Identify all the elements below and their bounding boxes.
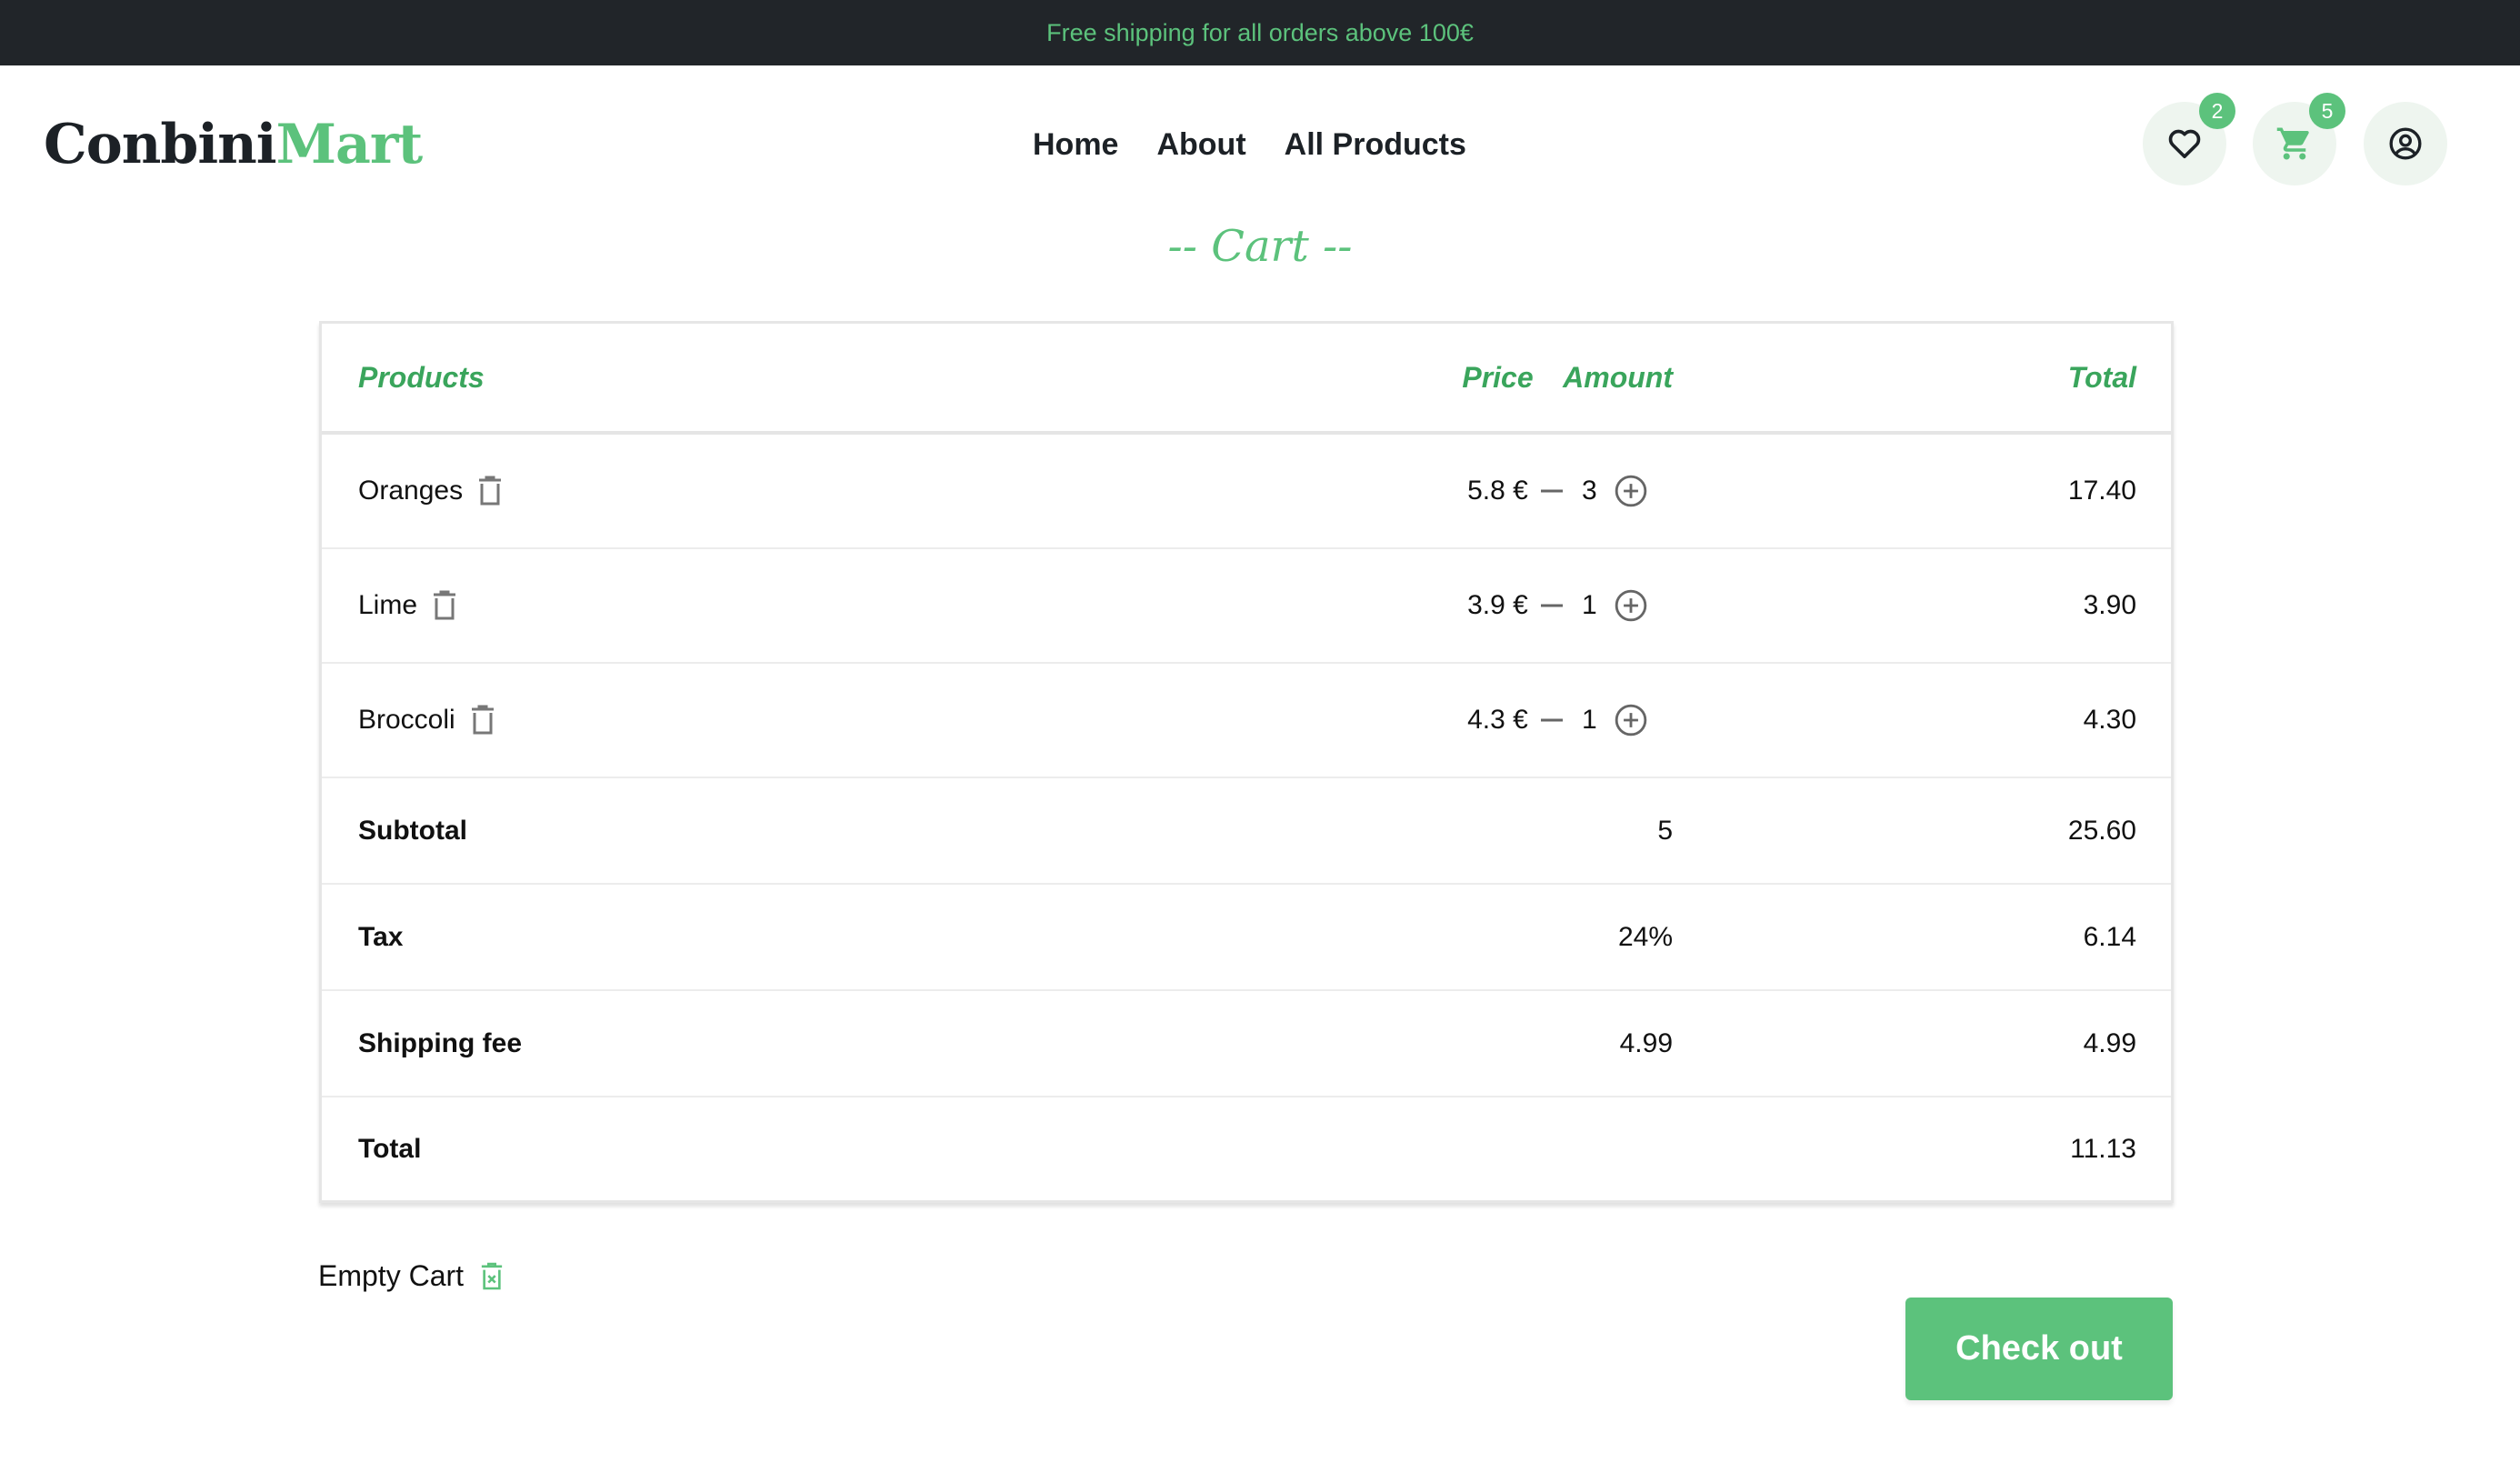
product-cell: Oranges bbox=[358, 435, 503, 547]
plus-circle-icon bbox=[1615, 704, 1646, 737]
minus-icon bbox=[1541, 489, 1563, 493]
plus-circle-icon bbox=[1615, 589, 1646, 622]
cart-icon bbox=[2276, 127, 2309, 160]
delete-item-button[interactable] bbox=[470, 705, 495, 736]
product-name: Lime bbox=[358, 590, 418, 620]
header-amount: Amount bbox=[1563, 360, 1673, 394]
wishlist-button[interactable]: 2 bbox=[2143, 93, 2235, 185]
plus-circle-icon bbox=[1615, 475, 1646, 507]
total-cell: 3.90 bbox=[2083, 590, 2136, 620]
table-row: Oranges 5.8 € 3 17.40 bbox=[322, 435, 2171, 549]
trash-x-icon bbox=[481, 1262, 503, 1289]
summary-label: Tax bbox=[358, 921, 404, 952]
quantity-value: 3 bbox=[1582, 476, 1597, 506]
wishlist-count-badge: 2 bbox=[2199, 93, 2235, 129]
subtotal-row: Subtotal 5 25.60 bbox=[322, 778, 2171, 885]
trash-icon bbox=[471, 705, 494, 735]
delete-item-button[interactable] bbox=[477, 476, 503, 506]
nav-about[interactable]: About bbox=[1156, 127, 1245, 163]
nav-all-products[interactable]: All Products bbox=[1285, 127, 1466, 163]
decrease-quantity-button[interactable] bbox=[1538, 477, 1565, 505]
summary-label: Shipping fee bbox=[358, 1027, 522, 1058]
trash-icon bbox=[479, 476, 502, 506]
announcement-text: Free shipping for all orders above 100€ bbox=[1046, 18, 1474, 46]
cart-button[interactable]: 5 bbox=[2253, 93, 2345, 185]
empty-cart-label: Empty Cart bbox=[318, 1259, 465, 1292]
shipping-fee-row: Shipping fee 4.99 4.99 bbox=[322, 991, 2171, 1097]
summary-label: Subtotal bbox=[358, 815, 467, 846]
total-cell: 4.30 bbox=[2083, 705, 2136, 735]
grand-total-row: Total 11.13 bbox=[322, 1097, 2171, 1200]
quantity-stepper: 3 bbox=[1538, 435, 1648, 547]
summary-total: 11.13 bbox=[2070, 1133, 2136, 1164]
summary-amount: 5 bbox=[1657, 815, 1673, 846]
announcement-bar: Free shipping for all orders above 100€ bbox=[0, 0, 2520, 65]
header-products: Products bbox=[358, 360, 485, 394]
site-header: ConbiniMart Home About All Products 2 5 bbox=[0, 65, 2520, 225]
increase-quantity-button[interactable] bbox=[1614, 474, 1648, 508]
product-name: Oranges bbox=[358, 476, 464, 506]
main-nav: Home About All Products bbox=[1033, 65, 1466, 225]
tax-row: Tax 24% 6.14 bbox=[322, 885, 2171, 991]
header-total: Total bbox=[2067, 360, 2136, 394]
product-name: Broccoli bbox=[358, 705, 455, 735]
summary-amount: 24% bbox=[1617, 921, 1673, 952]
empty-cart-button[interactable]: Empty Cart bbox=[318, 1259, 504, 1293]
quantity-stepper: 1 bbox=[1538, 549, 1648, 662]
decrease-quantity-button[interactable] bbox=[1538, 706, 1565, 734]
page-title: -- Cart -- bbox=[1167, 221, 1353, 272]
total-cell: 17.40 bbox=[2067, 476, 2136, 506]
increase-quantity-button[interactable] bbox=[1614, 703, 1648, 737]
checkout-button[interactable]: Check out bbox=[1905, 1298, 2173, 1400]
logo-part-2: Mart bbox=[275, 113, 424, 176]
heart-icon bbox=[2168, 129, 2201, 159]
increase-quantity-button[interactable] bbox=[1614, 588, 1648, 623]
quantity-value: 1 bbox=[1582, 705, 1597, 735]
summary-total: 4.99 bbox=[2083, 1027, 2136, 1058]
quantity-value: 1 bbox=[1582, 590, 1597, 620]
minus-icon bbox=[1541, 718, 1563, 722]
nav-home[interactable]: Home bbox=[1033, 127, 1118, 163]
summary-total: 25.60 bbox=[2067, 815, 2136, 846]
table-row: Lime 3.9 € 1 3.90 bbox=[322, 549, 2171, 664]
trash-icon bbox=[434, 590, 456, 620]
cart-count-badge: 5 bbox=[2309, 93, 2345, 129]
header-price: Price bbox=[1462, 360, 1534, 394]
user-circle-icon bbox=[2389, 127, 2422, 160]
summary-label: Total bbox=[358, 1133, 422, 1164]
price-cell: 4.3 € bbox=[1467, 705, 1528, 735]
quantity-stepper: 1 bbox=[1538, 664, 1648, 777]
logo[interactable]: ConbiniMart bbox=[44, 113, 424, 176]
account-button[interactable] bbox=[2364, 102, 2447, 185]
product-cell: Lime bbox=[358, 549, 457, 662]
decrease-quantity-button[interactable] bbox=[1538, 592, 1565, 619]
summary-amount: 4.99 bbox=[1619, 1027, 1673, 1058]
delete-item-button[interactable] bbox=[432, 590, 457, 621]
price-cell: 3.9 € bbox=[1467, 590, 1528, 620]
cart-table: Products Price Amount Total Oranges 5.8 … bbox=[319, 321, 2174, 1203]
table-header-row: Products Price Amount Total bbox=[322, 324, 2171, 435]
price-cell: 5.8 € bbox=[1467, 476, 1528, 506]
logo-part-1: Conbini bbox=[44, 113, 277, 176]
minus-icon bbox=[1541, 604, 1563, 607]
product-cell: Broccoli bbox=[358, 664, 495, 777]
summary-total: 6.14 bbox=[2083, 921, 2136, 952]
table-row: Broccoli 4.3 € 1 4.30 bbox=[322, 664, 2171, 778]
